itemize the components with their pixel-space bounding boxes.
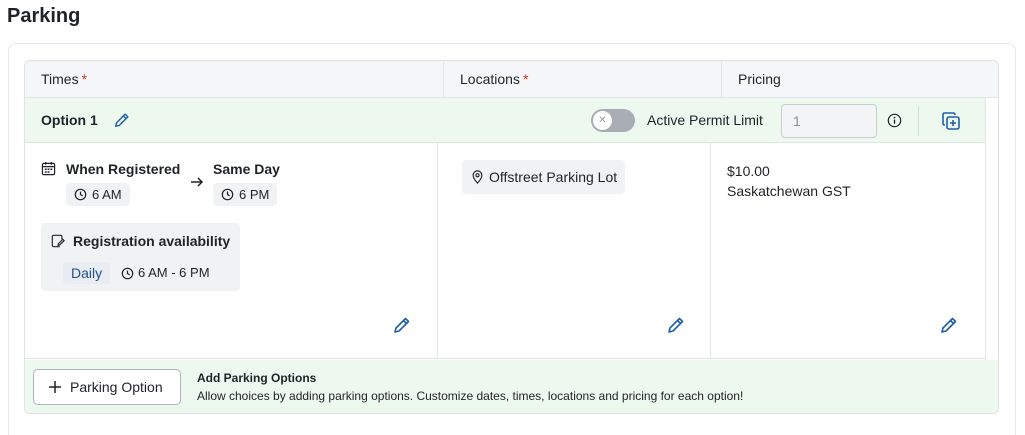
end-label: Same Day: [213, 161, 280, 177]
active-permit-limit-input[interactable]: [781, 104, 877, 138]
active-permit-limit-label: Active Permit Limit: [647, 112, 763, 128]
pricing-cell: $10.00 Saskatchewan GST: [710, 143, 985, 359]
price-info: $10.00 Saskatchewan GST: [727, 161, 851, 201]
clock-icon: [121, 267, 134, 280]
divider: [918, 106, 919, 136]
availability-hours-text: 6 AM - 6 PM: [138, 265, 210, 280]
header-pricing: Pricing: [721, 61, 998, 98]
active-permit-limit-toggle[interactable]: ✕: [591, 109, 635, 132]
arrow-right-icon: [191, 177, 204, 187]
required-marker: *: [522, 71, 529, 87]
price-tax: Saskatchewan GST: [727, 183, 851, 199]
start-time: 6 AM: [92, 187, 122, 202]
registration-availability: Registration availability Daily 6 AM - 6…: [41, 223, 240, 291]
header-locations: Locations *: [443, 61, 721, 98]
add-options-title: Add Parking Options: [197, 371, 317, 385]
add-option-bar: Parking Option Add Parking Options Allow…: [25, 360, 998, 413]
availability-title: Registration availability: [73, 233, 231, 249]
start-label: When Registered: [66, 161, 181, 177]
location-chip: Offstreet Parking Lot: [462, 160, 626, 194]
availability-hours: 6 AM - 6 PM: [121, 262, 210, 284]
option-label: Option 1: [41, 112, 98, 128]
calendar-icon: [41, 161, 56, 176]
times-cell: When Registered 6 AM Same Day 6 PM Regis…: [25, 143, 437, 359]
edit-document-icon: [51, 234, 65, 248]
header-times-label: Times: [41, 71, 79, 87]
option-header-bar: Option 1 ✕ Active Permit Limit: [25, 98, 985, 143]
start-time-chip: 6 AM: [66, 183, 130, 206]
page-title: Parking: [7, 5, 81, 27]
edit-locations-icon[interactable]: [666, 315, 686, 335]
table-header: Times * Locations * Pricing: [25, 61, 998, 98]
edit-pricing-icon[interactable]: [939, 315, 959, 335]
plus-icon: [49, 381, 61, 393]
availability-frequency: Daily: [63, 262, 111, 284]
price-amount: $10.00: [727, 163, 770, 179]
parking-options-table: Times * Locations * Pricing Option 1 ✕ Act…: [24, 60, 999, 414]
locations-cell: Offstreet Parking Lot: [437, 143, 710, 359]
info-icon[interactable]: [887, 113, 902, 128]
map-pin-icon: [472, 170, 483, 184]
scroll-gutter: [985, 98, 998, 360]
toggle-off-x-icon: ✕: [593, 111, 612, 130]
option-row: When Registered 6 AM Same Day 6 PM Regis…: [25, 143, 985, 359]
clock-icon: [221, 188, 234, 201]
edit-times-icon[interactable]: [392, 315, 412, 335]
end-time: 6 PM: [239, 187, 270, 202]
end-time-chip: 6 PM: [213, 183, 278, 206]
edit-option-name-icon[interactable]: [113, 111, 131, 129]
header-locations-label: Locations: [460, 71, 520, 87]
duplicate-option-icon[interactable]: [941, 111, 961, 131]
clock-icon: [74, 188, 87, 201]
location-name: Offstreet Parking Lot: [489, 169, 618, 185]
required-marker: *: [81, 71, 88, 87]
header-times: Times *: [25, 61, 443, 98]
add-parking-option-button[interactable]: Parking Option: [33, 369, 181, 405]
add-parking-option-label: Parking Option: [70, 379, 163, 395]
add-options-description: Allow choices by adding parking options.…: [197, 389, 744, 403]
